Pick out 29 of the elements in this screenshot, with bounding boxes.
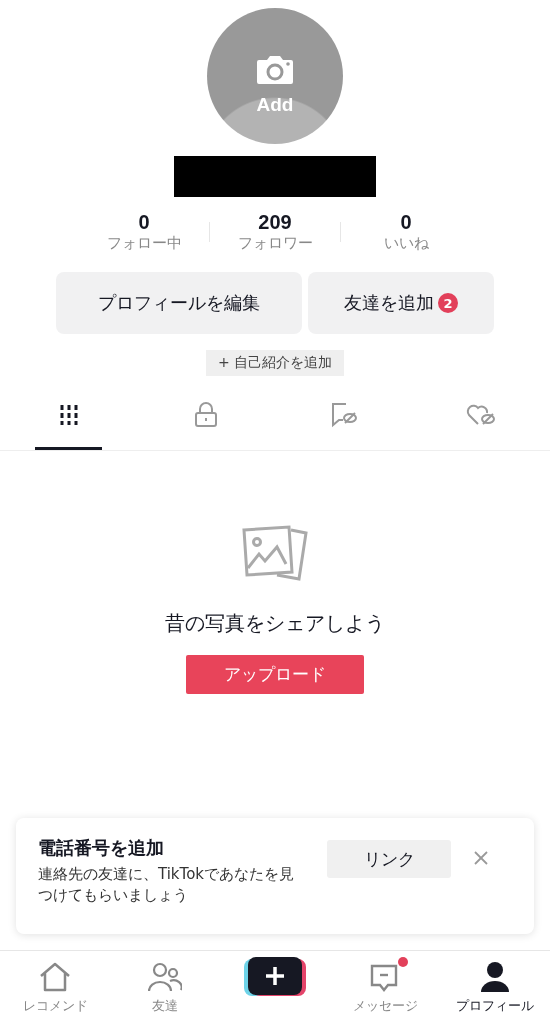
- add-photo-label: Add: [256, 94, 294, 116]
- bookmark-hidden-icon: [329, 402, 358, 428]
- nav-item[interactable]: 友達: [110, 959, 220, 1024]
- banner-title: 電話番号を追加: [38, 836, 165, 860]
- stat-value: 0: [138, 211, 150, 234]
- edit-profile-button[interactable]: プロフィールを編集: [56, 272, 302, 334]
- nav-item[interactable]: メッセージ: [330, 959, 440, 1024]
- stat-label: フォロー中: [106, 234, 182, 253]
- close-icon[interactable]: [473, 850, 489, 866]
- person-icon: [478, 961, 512, 993]
- home-icon: [38, 962, 72, 992]
- stat-label: いいね: [383, 234, 429, 253]
- nav-item[interactable]: プロフィール: [440, 959, 550, 1024]
- banner-text: 連絡先の友達に、TikTokであなたを見つけてもらいましょう: [38, 864, 296, 906]
- add-friends-button[interactable]: 友達を追加 2: [308, 272, 494, 334]
- nav-item[interactable]: レコメンド: [0, 959, 110, 1024]
- create-button[interactable]: [244, 957, 306, 997]
- stat-value: 0: [400, 211, 412, 234]
- link-button[interactable]: リンク: [327, 840, 451, 878]
- upload-button[interactable]: アップロード: [186, 655, 364, 694]
- count-badge: 2: [438, 293, 458, 313]
- stat-label: フォロワー: [237, 234, 313, 253]
- photos-icon: [241, 524, 309, 582]
- people-icon: [148, 962, 182, 992]
- empty-message: 昔の写真をシェアしよう: [165, 610, 385, 637]
- lock-icon: [194, 402, 219, 428]
- stat-value: 209: [258, 211, 292, 234]
- camera-icon: [255, 54, 295, 86]
- add-bio-button[interactable]: + 自己紹介を追加: [205, 350, 345, 376]
